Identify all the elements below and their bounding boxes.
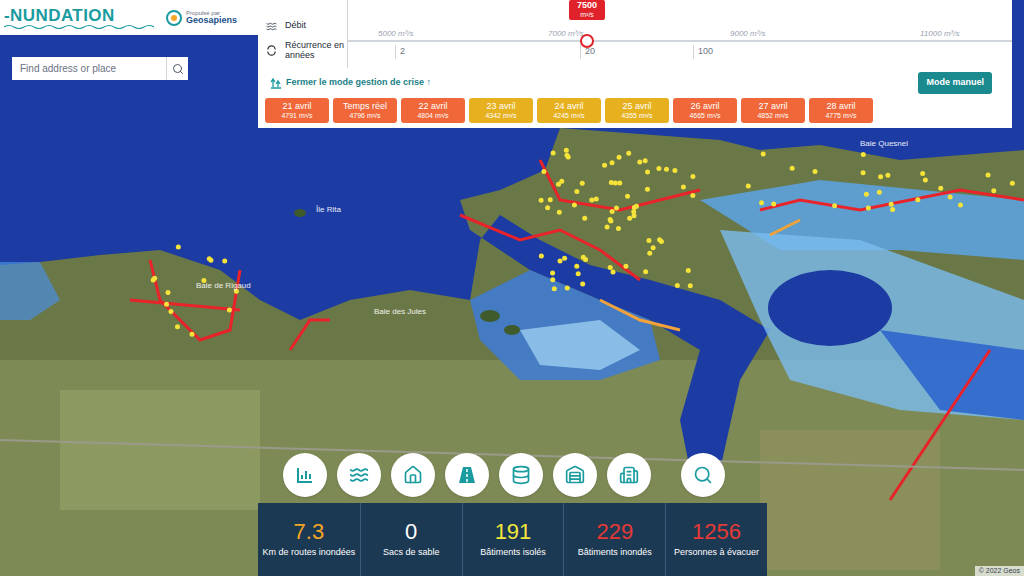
forecast-button[interactable]: 21 avril4791 m³/s	[265, 98, 329, 123]
forecast-button[interactable]: 27 avril4852 m³/s	[741, 98, 805, 123]
recurrence-label: Récurrence en années	[285, 41, 345, 61]
flow-icon	[266, 21, 277, 32]
search-icon	[172, 63, 184, 75]
stat-cell: 191 Bâtiments isolés	[462, 503, 564, 576]
map-label: Baie Quesnel	[860, 138, 908, 150]
recurrence-icon	[266, 45, 277, 56]
manual-mode-button[interactable]: Mode manuel	[918, 72, 992, 94]
stat-cell: 1256 Personnes à évacuer	[665, 503, 767, 576]
stat-cell: 229 Bâtiments inondés	[563, 503, 665, 576]
stat-label: Personnes à évacuer	[674, 547, 759, 558]
buildings-button[interactable]	[607, 453, 651, 497]
flow-tick: 11000 m³/s	[920, 28, 959, 40]
layer-toolbar	[283, 453, 725, 497]
geosapiens-icon	[166, 10, 182, 26]
attribution: © 2022 Geos	[975, 566, 1024, 576]
garage-icon	[565, 465, 585, 485]
waves-icon	[349, 465, 369, 485]
stat-label: Bâtiments isolés	[480, 547, 546, 558]
stat-cell: 0 Sacs de sable	[360, 503, 462, 576]
flood-layer-button[interactable]	[337, 453, 381, 497]
stat-label: Sacs de sable	[383, 547, 440, 558]
search-box[interactable]	[12, 57, 188, 80]
building-icon	[619, 465, 639, 485]
stat-value: 229	[596, 521, 633, 543]
flow-slider[interactable]: 5000 m³/s7000 m³/s9000 m³/s11000 m³/s220…	[348, 0, 1012, 68]
chart-icon	[295, 465, 315, 485]
road-icon	[457, 465, 477, 485]
zoom-search-button[interactable]	[681, 453, 725, 497]
forecast-button[interactable]: 28 avril4775 m³/s	[809, 98, 873, 123]
forecast-button[interactable]: 25 avril4355 m³/s	[605, 98, 669, 123]
brand-logo[interactable]: Propulsé parGeosapiens	[166, 10, 237, 26]
flow-tick: 5000 m³/s	[378, 28, 414, 40]
sandbag-icon	[511, 465, 531, 485]
forecast-button[interactable]: 22 avril4804 m³/s	[401, 98, 465, 123]
slider-track	[348, 40, 1012, 42]
recurrence-tick: 2	[395, 45, 405, 59]
stat-label: Bâtiments inondés	[578, 547, 652, 558]
sandbags-button[interactable]	[499, 453, 543, 497]
wave-icon	[4, 24, 154, 29]
crisis-icon	[270, 77, 282, 89]
chart-button[interactable]	[283, 453, 327, 497]
flow-tick: 9000 m³/s	[730, 28, 766, 40]
forecast-row: 21 avril4791 m³/sTemps réel4796 m³/s22 a…	[258, 98, 1012, 123]
stat-value: 191	[495, 521, 532, 543]
flow-value-badge: 7500m³/s	[569, 0, 605, 20]
map-label: Baie de Rigaud	[196, 280, 251, 292]
app-logo[interactable]: -NUNDATION	[4, 7, 154, 29]
search-input[interactable]	[12, 57, 166, 80]
forecast-button[interactable]: 26 avril4665 m³/s	[673, 98, 737, 123]
house-icon	[403, 465, 423, 485]
app: Île Rita Baie de Rigaud Baie des Jules Baie…	[0, 0, 1024, 576]
stats-panel: 7.3 Km de routes inondées 0 Sacs de sable 19…	[258, 503, 767, 576]
flooded-buildings-button[interactable]	[391, 453, 435, 497]
recurrence-tick: 100	[693, 45, 713, 59]
flow-label: Débit	[285, 19, 306, 33]
stat-label: Km de routes inondées	[263, 547, 356, 558]
slider-knob[interactable]	[580, 34, 594, 48]
forecast-button[interactable]: 24 avril4245 m³/s	[537, 98, 601, 123]
roads-button[interactable]	[445, 453, 489, 497]
magnifier-icon	[693, 465, 713, 485]
stat-value: 0	[405, 521, 417, 543]
garage-button[interactable]	[553, 453, 597, 497]
stat-value: 7.3	[294, 521, 325, 543]
search-button[interactable]	[166, 57, 188, 80]
stat-value: 1256	[692, 521, 741, 543]
control-panel: Débit Récurrence en années 5000 m³/s 7000 m…	[258, 0, 1012, 128]
map-label: Île Rita	[316, 204, 341, 216]
map-label: Baie des Jules	[374, 306, 426, 318]
forecast-button[interactable]: Temps réel4796 m³/s	[333, 98, 397, 123]
crisis-mode-link[interactable]: Fermer le mode gestion de crise ↑	[270, 76, 431, 90]
app-header: -NUNDATION Propulsé parGeosapiens	[0, 0, 258, 35]
stat-cell: 7.3 Km de routes inondées	[258, 503, 360, 576]
forecast-button[interactable]: 23 avril4342 m³/s	[469, 98, 533, 123]
control-labels: Débit Récurrence en années	[258, 0, 348, 68]
flow-tick: 7000 m³/s	[548, 28, 584, 40]
